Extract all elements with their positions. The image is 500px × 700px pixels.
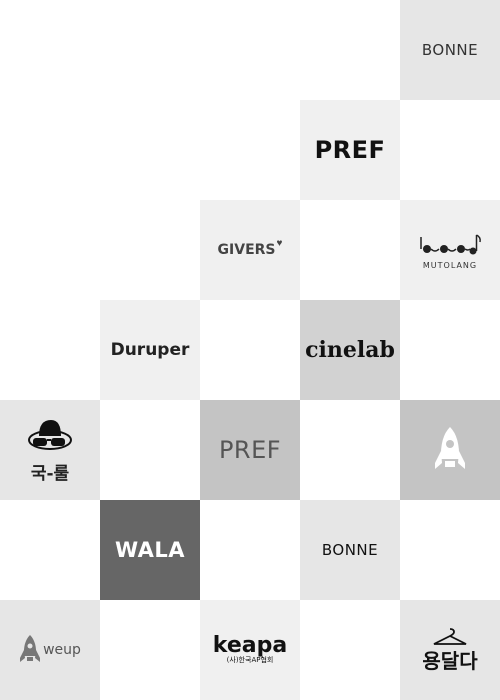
cinelab-logo: cinelab [305,337,395,363]
tile-pref-gray[interactable]: PREF [200,400,300,500]
hanger-icon [433,627,467,645]
mutolang-logo: MUTOLANG [417,231,483,270]
duruper-text: Duruper [110,340,190,360]
gukrul-logo: 국-룰 [25,416,75,484]
tile-wala[interactable]: WALA [100,500,200,600]
mutolang-text: MUTOLANG [422,260,478,270]
bonne-mid-text-nn: NN [344,541,369,559]
bonne-mid-text-pre: BO [321,541,345,559]
rocket-icon [435,427,465,469]
pref-text: PREF [314,136,386,164]
tile-rocket[interactable] [400,400,500,500]
keapa-subtitle: (사)한국AP협회 [226,655,274,664]
sunglasses-mascot-icon [28,420,72,450]
duruper-logo: Duruper [111,340,190,360]
yong-text: 용달다 [422,648,478,673]
bonne-text-nn: NN [444,41,469,59]
givers-logo: GIVERS ♥ [217,238,283,259]
pref-logo: PREF [315,136,386,164]
wala-text: WALA [114,538,186,562]
cinelab-text: cinelab [305,337,395,363]
tile-bonne-top[interactable]: BONNE [400,0,500,100]
pref-logo-gray: PREF [219,436,281,464]
wala-logo: WALA [115,538,185,562]
tile-givers[interactable]: GIVERS ♥ [200,200,300,300]
givers-text: GIVERS [217,242,276,258]
tile-yong[interactable]: 용달다 [400,600,500,700]
bonne-logo: BONNE [422,41,478,59]
tile-mutolang[interactable]: MUTOLANG [400,200,500,300]
bonne-mid-text-post: E [368,541,379,559]
keapa-logo: keapa (사)한국AP협회 [212,632,288,665]
bonne-logo-mid: BONNE [322,541,378,559]
tile-cinelab[interactable]: cinelab [300,300,400,400]
tile-pref-top[interactable]: PREF [300,100,400,200]
yong-logo: 용달다 [422,627,478,674]
music-notes-icon [420,233,481,254]
logo-grid: BONNE PREF GIVERS ♥ MUTOLANG Duruper cin… [0,0,500,700]
tile-gukrul[interactable]: 국-룰 [0,400,100,500]
gukrul-text: 국-룰 [30,464,70,484]
weup-logo: weup [19,634,81,666]
bonne-text-post: E [468,41,479,59]
tile-weup[interactable]: weup [0,600,100,700]
keapa-text: keapa [212,632,288,658]
pref-text-gray: PREF [218,436,282,464]
weup-text: weup [43,642,81,658]
tile-duruper[interactable]: Duruper [100,300,200,400]
rocket-icon [20,635,41,662]
tile-keapa[interactable]: keapa (사)한국AP협회 [200,600,300,700]
heart-icon: ♥ [276,237,283,249]
tile-bonne-mid[interactable]: BONNE [300,500,400,600]
bonne-text-pre: BO [421,41,445,59]
